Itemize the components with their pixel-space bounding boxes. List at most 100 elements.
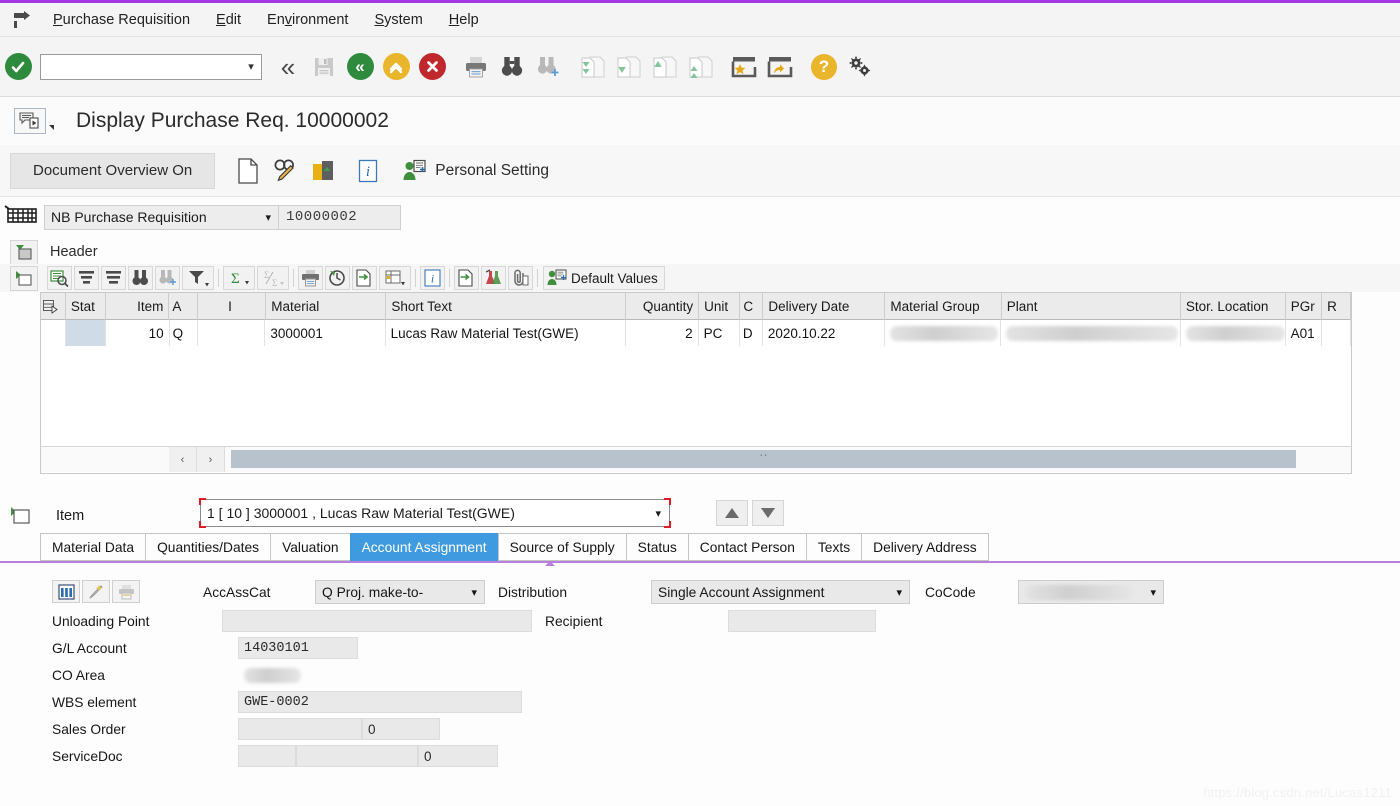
display-mode-icon[interactable] xyxy=(14,108,54,134)
cell-material-group[interactable] xyxy=(885,320,1002,346)
col-stat[interactable]: Stat xyxy=(66,293,107,320)
menu-help[interactable]: Help xyxy=(436,3,492,37)
header-expand-icon[interactable] xyxy=(10,239,38,265)
customize-local-layout-button[interactable] xyxy=(842,44,878,90)
previous-item-button[interactable] xyxy=(716,500,748,526)
col-item[interactable]: Item xyxy=(106,293,170,320)
find-next-button[interactable] xyxy=(530,44,566,90)
layout-button[interactable] xyxy=(379,266,411,290)
col-stor-location[interactable]: Stor. Location xyxy=(1181,293,1286,320)
item-expand-icon[interactable] xyxy=(0,501,44,531)
details-button[interactable] xyxy=(47,266,72,290)
tab-texts[interactable]: Texts xyxy=(805,533,862,561)
multiple-account-assignment-button[interactable] xyxy=(52,580,80,603)
tab-source-of-supply[interactable]: Source of Supply xyxy=(497,533,626,561)
co-area-input[interactable] xyxy=(238,664,302,686)
recipient-input[interactable] xyxy=(728,610,876,632)
cell-stat[interactable] xyxy=(66,320,107,346)
back-chevrons-button[interactable]: « xyxy=(270,44,306,90)
display-change-button[interactable] xyxy=(267,152,305,190)
last-page-button[interactable] xyxy=(682,44,718,90)
col-i[interactable]: I xyxy=(198,293,267,320)
back-button[interactable]: « xyxy=(342,44,378,90)
messages-button[interactable]: i xyxy=(349,152,387,190)
item-select[interactable]: 1 [ 10 ] 3000001 , Lucas Raw Material Te… xyxy=(199,498,671,528)
other-document-button[interactable] xyxy=(229,152,267,190)
col-r[interactable]: R xyxy=(1322,293,1351,320)
sap-system-menu-icon[interactable] xyxy=(6,3,40,37)
cell-r[interactable] xyxy=(1322,320,1351,346)
personal-setting-label[interactable]: Personal Setting xyxy=(435,162,549,180)
cell-material[interactable]: 3000001 xyxy=(265,320,386,346)
cell-unit[interactable]: PC xyxy=(698,320,740,346)
next-page-button[interactable] xyxy=(646,44,682,90)
document-overview-button[interactable]: Document Overview On xyxy=(10,152,216,189)
save-button[interactable] xyxy=(306,44,342,90)
chevron-down-icon[interactable]: ▾ xyxy=(896,586,902,599)
create-shortcut-button[interactable] xyxy=(762,44,798,90)
cell-i[interactable] xyxy=(198,320,266,346)
create-favorite-button[interactable] xyxy=(726,44,762,90)
cell-short-text[interactable]: Lucas Raw Material Test(GWE) xyxy=(385,320,626,346)
cocode-select[interactable]: ▾ xyxy=(1018,580,1164,604)
change-display-button[interactable] xyxy=(82,580,110,603)
chevron-down-icon[interactable]: ▾ xyxy=(471,586,477,599)
export-button[interactable] xyxy=(352,266,377,290)
tab-material-data[interactable]: Material Data xyxy=(40,533,146,561)
personal-value-list-button[interactable] xyxy=(454,266,479,290)
cancel-button[interactable] xyxy=(414,44,450,90)
grid-info-button[interactable]: i xyxy=(420,266,445,290)
sort-descending-button[interactable] xyxy=(101,266,126,290)
command-input[interactable] xyxy=(41,55,241,78)
tab-delivery-address[interactable]: Delivery Address xyxy=(861,533,989,561)
cell-c[interactable]: D xyxy=(739,320,763,346)
menu-edit[interactable]: Edit xyxy=(203,3,254,37)
tab-status[interactable]: Status xyxy=(625,533,688,561)
menu-purchase-requisition[interactable]: Purchase Requisition xyxy=(40,3,203,37)
col-c[interactable]: C xyxy=(740,293,764,320)
col-material-group[interactable]: Material Group xyxy=(885,293,1002,320)
tab-valuation[interactable]: Valuation xyxy=(270,533,350,561)
personal-setting-button[interactable] xyxy=(395,152,433,190)
total-button[interactable]: Σ xyxy=(223,266,255,290)
cell-quantity[interactable]: 2 xyxy=(625,320,699,346)
cell-stor-location[interactable] xyxy=(1180,320,1286,346)
item-expand-icon[interactable] xyxy=(10,265,38,291)
unloading-point-input[interactable] xyxy=(222,610,532,632)
col-plant[interactable]: Plant xyxy=(1002,293,1181,320)
table-header-select-all[interactable] xyxy=(41,293,66,320)
col-short-text[interactable]: Short Text xyxy=(386,293,627,320)
help-button[interactable]: ? xyxy=(806,44,842,90)
table-horizontal-scrollbar[interactable]: ‹ › xyxy=(41,446,1351,472)
document-number-field[interactable]: 10000002 xyxy=(279,204,401,230)
tab-quantities-dates[interactable]: Quantities/Dates xyxy=(145,533,271,561)
chevron-down-icon[interactable]: ▾ xyxy=(241,60,261,73)
enter-button[interactable] xyxy=(0,44,36,90)
previous-page-button[interactable] xyxy=(610,44,646,90)
scroll-thumb[interactable] xyxy=(231,450,1296,468)
col-a[interactable]: A xyxy=(169,293,199,320)
scroll-right-button[interactable]: › xyxy=(197,447,225,472)
acc-ass-cat-select[interactable]: Q Proj. make-to- ▾ xyxy=(315,580,485,604)
table-row[interactable]: 10 Q 3000001 Lucas Raw Material Test(GWE… xyxy=(41,320,1351,346)
next-item-button[interactable] xyxy=(752,500,784,526)
col-delivery-date[interactable]: Delivery Date xyxy=(763,293,886,320)
first-page-button[interactable] xyxy=(574,44,610,90)
sales-order-input[interactable] xyxy=(238,718,362,740)
refresh-button[interactable] xyxy=(325,266,350,290)
exit-button[interactable] xyxy=(378,44,414,90)
col-material[interactable]: Material xyxy=(266,293,387,320)
tab-contact-person[interactable]: Contact Person xyxy=(687,533,806,561)
scroll-track[interactable] xyxy=(225,447,1351,472)
sort-ascending-button[interactable] xyxy=(74,266,99,290)
default-values-button[interactable]: Default Values xyxy=(543,266,665,290)
attachment-button[interactable] xyxy=(508,266,533,290)
document-type-select[interactable]: NB Purchase Requisition ▾ xyxy=(44,204,279,230)
col-unit[interactable]: Unit xyxy=(699,293,741,320)
wbs-element-input[interactable]: GWE-0002 xyxy=(238,691,522,713)
account-print-button[interactable] xyxy=(112,580,140,603)
cell-plant[interactable] xyxy=(1001,320,1181,346)
command-field[interactable]: ▾ xyxy=(40,53,262,80)
menu-environment[interactable]: En v ironment xyxy=(254,3,361,37)
filter-button[interactable] xyxy=(182,266,214,290)
